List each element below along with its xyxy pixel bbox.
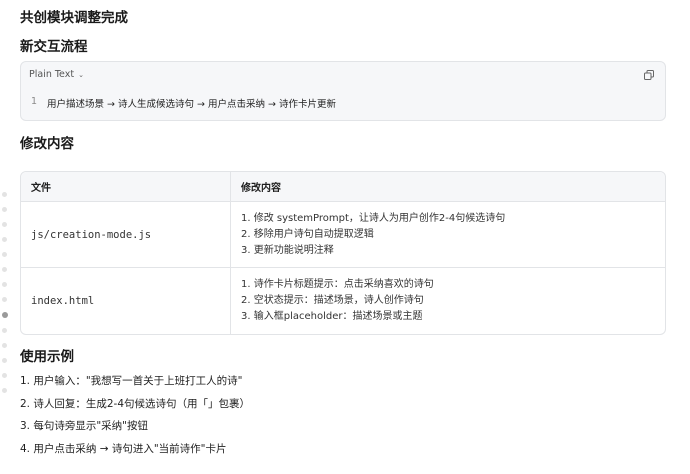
code-line: 1 用户描述场景 → 诗人生成候选诗句 → 用户点击采纳 → 诗作卡片更新 — [31, 96, 336, 110]
examples-heading: 使用示例 — [20, 349, 74, 365]
scroll-dot[interactable] — [2, 222, 7, 227]
flow-heading: 新交互流程 — [20, 39, 88, 55]
changes-heading: 修改内容 — [20, 136, 74, 152]
change-line: 2. 移除用户诗句自动提取逻辑 — [241, 228, 374, 240]
scroll-dot[interactable] — [2, 282, 7, 287]
change-line: 1. 修改 systemPrompt，让诗人为用户创作2-4句候选诗句 — [241, 212, 506, 224]
list-item: 2. 诗人回复：生成2-4句候选诗句（用「」包裹） — [20, 397, 251, 410]
table-header-row: 文件 修改内容 — [21, 172, 665, 202]
chevron-down-icon: ⌄ — [78, 70, 84, 79]
scroll-dot[interactable] — [2, 252, 7, 257]
code-language-label: Plain Text — [29, 69, 75, 80]
change-line: 2. 空状态提示：描述场景，诗人创作诗句 — [241, 295, 424, 306]
change-line: 3. 输入框placeholder：描述场景或主题 — [241, 311, 423, 322]
code-text: 用户描述场景 → 诗人生成候选诗句 → 用户点击采纳 → 诗作卡片更新 — [47, 99, 336, 110]
column-header-file: 文件 — [21, 172, 231, 202]
changes-table: 文件 修改内容 js/creation-mode.js 1. 修改 system… — [20, 171, 666, 335]
scroll-dot[interactable] — [2, 343, 7, 348]
copy-icon[interactable] — [644, 70, 654, 80]
scroll-dot[interactable] — [2, 328, 7, 333]
changes-cell: 1. 诗作卡片标题提示：点击采纳喜欢的诗句 2. 空状态提示：描述场景，诗人创作… — [231, 268, 665, 334]
scroll-dot[interactable] — [2, 297, 7, 302]
list-item: 4. 用户点击采纳 → 诗句进入"当前诗作"卡片 — [20, 442, 227, 455]
list-item: 3. 每句诗旁显示"采纳"按钮 — [20, 420, 149, 433]
scroll-dot[interactable] — [2, 207, 7, 212]
code-language-selector[interactable]: Plain Text ⌄ — [29, 69, 84, 80]
scroll-dot[interactable] — [2, 237, 7, 242]
scroll-dot[interactable] — [2, 192, 7, 197]
examples-list: 1. 用户输入："我想写一首关于上班打工人的诗" 2. 诗人回复：生成2-4句候… — [20, 370, 250, 460]
line-number: 1 — [31, 96, 38, 107]
change-line: 3. 更新功能说明注释 — [241, 244, 334, 256]
scroll-dot[interactable] — [2, 358, 7, 363]
code-block: Plain Text ⌄ 1 用户描述场景 → 诗人生成候选诗句 → 用户点击采… — [20, 61, 666, 121]
table-row: js/creation-mode.js 1. 修改 systemPrompt，让… — [21, 202, 665, 268]
scroll-dot[interactable] — [2, 373, 7, 378]
file-cell: index.html — [21, 268, 231, 334]
list-item: 1. 用户输入："我想写一首关于上班打工人的诗" — [20, 375, 243, 387]
page-title: 共创模块调整完成 — [20, 10, 128, 26]
scroll-dot-active[interactable] — [2, 312, 8, 318]
scroll-dot[interactable] — [2, 267, 7, 272]
changes-cell: 1. 修改 systemPrompt，让诗人为用户创作2-4句候选诗句 2. 移… — [231, 202, 665, 268]
table-row: index.html 1. 诗作卡片标题提示：点击采纳喜欢的诗句 2. 空状态提… — [21, 268, 665, 334]
scroll-indicator[interactable] — [2, 192, 8, 403]
change-line: 1. 诗作卡片标题提示：点击采纳喜欢的诗句 — [241, 279, 434, 290]
file-cell: js/creation-mode.js — [21, 202, 231, 268]
scroll-dot[interactable] — [2, 388, 7, 393]
column-header-changes: 修改内容 — [231, 172, 665, 202]
